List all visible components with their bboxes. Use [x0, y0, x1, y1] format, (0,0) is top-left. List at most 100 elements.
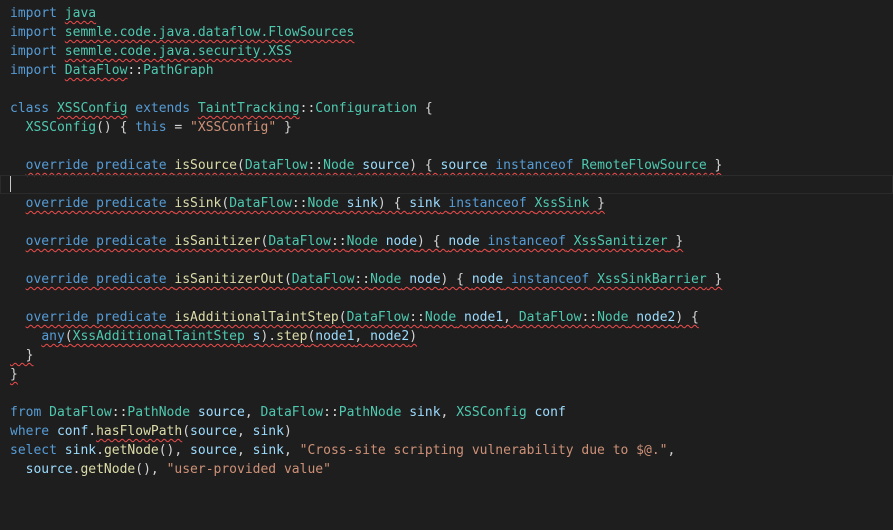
code-token: {: [417, 101, 433, 116]
code-line[interactable]: from DataFlow::PathNode source, DataFlow…: [0, 403, 893, 422]
code-token: }: [10, 367, 18, 382]
code-token: DataFlow: [229, 196, 292, 211]
code-token: isSource: [174, 158, 238, 173]
code-token: PathGraph: [143, 63, 214, 78]
code-token: predicate: [96, 196, 167, 211]
code-line[interactable]: override predicate isSource(DataFlow::No…: [0, 156, 893, 175]
code-token: java: [64, 6, 97, 21]
code-token: }: [667, 234, 684, 249]
code-token: (: [221, 196, 230, 211]
code-token: node1: [464, 310, 504, 325]
code-token: conf: [534, 405, 566, 420]
code-line[interactable]: [0, 137, 893, 156]
code-segment: override predicate isAdditionalTaintStep…: [26, 310, 699, 325]
code-token: ::: [354, 272, 371, 287]
code-token: DataFlow: [291, 272, 355, 287]
code-token: DataFlow: [260, 405, 324, 420]
code-token: ,: [667, 443, 676, 458]
code-token: predicate: [96, 310, 167, 325]
code-line[interactable]: override predicate isAdditionalTaintStep…: [0, 308, 893, 327]
code-line[interactable]: override predicate isSink(DataFlow::Node…: [0, 194, 893, 213]
code-token: step: [276, 329, 308, 344]
code-token: override: [25, 196, 89, 211]
code-line[interactable]: any(XssAdditionalTaintStep s).step(node1…: [0, 327, 893, 346]
code-token: ::: [291, 196, 308, 211]
code-token: where: [10, 424, 50, 439]
code-token: DataFlow: [64, 63, 128, 78]
code-token: from: [10, 405, 42, 420]
code-token: isAdditionalTaintStep: [174, 310, 339, 325]
code-token: (),: [135, 462, 167, 477]
code-token: ,: [283, 443, 300, 458]
code-token: ,: [503, 310, 519, 325]
code-line[interactable]: [0, 251, 893, 270]
code-token: DataFlow: [244, 158, 308, 173]
code-line[interactable]: [0, 213, 893, 232]
text-cursor: [10, 176, 11, 192]
code-token: ::: [409, 310, 425, 325]
code-token: getNode: [103, 443, 159, 458]
code-token: XssSinkBarrier: [597, 272, 707, 287]
code-line[interactable]: class XSSConfig extends TaintTracking::C…: [0, 99, 893, 118]
code-line[interactable]: }: [0, 346, 893, 365]
code-token: PathNode: [127, 405, 191, 420]
code-line[interactable]: override predicate isSanitizerOut(DataFl…: [0, 270, 893, 289]
code-line[interactable]: [0, 80, 893, 99]
code-segment: override predicate isSink(DataFlow::Node…: [26, 196, 605, 211]
code-token: isSanitizer: [174, 234, 261, 249]
code-token: source: [25, 462, 73, 477]
code-token: import: [10, 44, 57, 59]
code-token: ) {: [409, 158, 441, 173]
code-segment: override predicate isSource(DataFlow::No…: [26, 158, 723, 173]
code-token: (: [338, 310, 347, 325]
code-token: ::: [581, 310, 598, 325]
code-line[interactable]: import java: [0, 4, 893, 23]
code-token: getNode: [80, 462, 136, 477]
code-token: select: [10, 443, 57, 458]
code-line[interactable]: import semmle.code.java.dataflow.FlowSou…: [0, 23, 893, 42]
code-token: "Cross-site scripting vulnerability due …: [299, 443, 668, 458]
code-token: ) {: [377, 196, 410, 211]
code-line[interactable]: import semmle.code.java.security.XSS: [0, 42, 893, 61]
code-line[interactable]: select sink.getNode(), source, sink, "Cr…: [0, 441, 893, 460]
code-token: import: [10, 63, 57, 78]
code-line[interactable]: }: [0, 365, 893, 384]
code-token: XssSanitizer: [573, 234, 668, 249]
code-token: =: [166, 120, 191, 135]
code-line[interactable]: [0, 175, 893, 194]
code-token: ): [283, 424, 292, 439]
code-token: DataFlow: [268, 234, 331, 249]
code-line[interactable]: where conf.hasFlowPath(source, sink): [0, 422, 893, 441]
code-token: }: [10, 348, 34, 363]
code-token: "user-provided value": [166, 462, 331, 477]
code-line[interactable]: source.getNode(), "user-provided value": [0, 460, 893, 479]
code-token: XssAdditionalTaintStep: [72, 329, 245, 344]
code-line[interactable]: [0, 384, 893, 403]
code-token: "XSSConfig": [190, 120, 277, 135]
code-editor[interactable]: import java import semmle.code.java.dataf…: [0, 0, 893, 530]
code-segment: any(XssAdditionalTaintStep s).step(node1…: [41, 329, 417, 344]
code-token: ,: [244, 405, 261, 420]
code-line[interactable]: import DataFlow::PathGraph: [0, 61, 893, 80]
code-line[interactable]: override predicate isSanitizer(DataFlow:…: [0, 232, 893, 251]
code-line[interactable]: [0, 289, 893, 308]
code-line[interactable]: XSSConfig() { this = "XSSConfig" }: [0, 118, 893, 137]
code-token: XSSConfig: [456, 405, 527, 420]
